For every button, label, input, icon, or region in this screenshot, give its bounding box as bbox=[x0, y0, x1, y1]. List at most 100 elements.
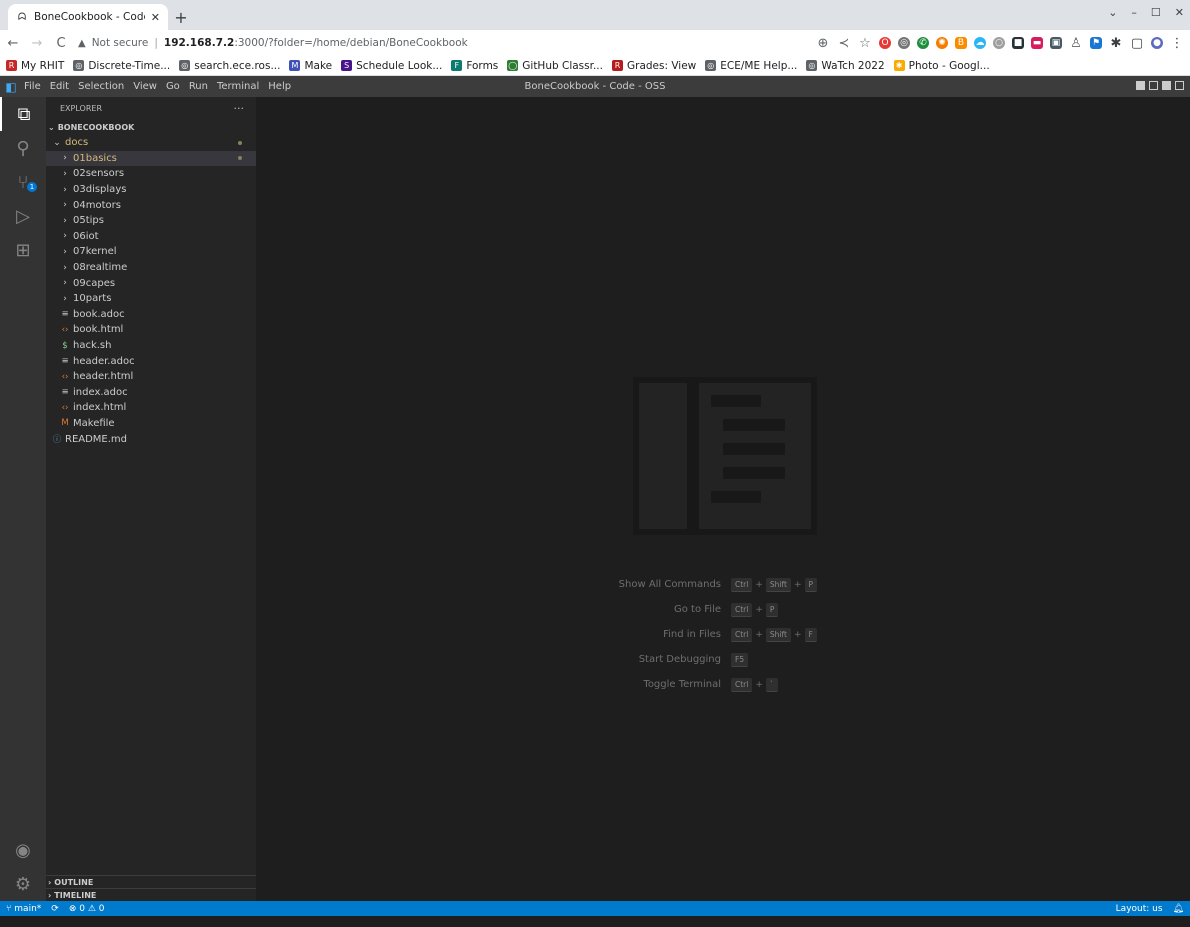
close-window-icon[interactable]: ✕ bbox=[1175, 6, 1184, 19]
profile-avatar[interactable]: ● bbox=[1151, 37, 1163, 49]
extensions-icon[interactable]: ⊞ bbox=[0, 233, 46, 267]
opera-extension-icon[interactable]: O bbox=[879, 37, 891, 49]
html-file-icon: ‹› bbox=[61, 324, 69, 335]
address-bar[interactable]: ▲ Not secure | 192.168.7.2:3000/?folder=… bbox=[78, 33, 806, 53]
reload-icon[interactable]: C bbox=[54, 36, 68, 51]
bookmark-item[interactable]: R My RHIT bbox=[6, 60, 64, 72]
more-actions-icon[interactable]: ··· bbox=[234, 102, 245, 115]
customize-layout-icon[interactable] bbox=[1175, 81, 1184, 90]
tree-folder[interactable]: › 09capes bbox=[46, 275, 256, 291]
timeline-section[interactable]: › TIMELINE bbox=[46, 888, 256, 901]
tree-folder[interactable]: › 05tips bbox=[46, 213, 256, 229]
problems-indicator[interactable]: ⊗ 0 ⚠ 0 bbox=[69, 904, 105, 914]
tree-folder[interactable]: › 03displays bbox=[46, 182, 256, 198]
tree-file[interactable]: $ hack.sh bbox=[46, 338, 256, 354]
phone-extension-icon[interactable]: ✆ bbox=[917, 37, 929, 49]
toggle-secondary-sidebar-icon[interactable] bbox=[1162, 81, 1171, 90]
bookmark-item[interactable]: M Make bbox=[289, 60, 332, 72]
chevron-down-icon[interactable]: ⌄ bbox=[1108, 6, 1117, 19]
bookmark-item[interactable]: ◯ GitHub Classr... bbox=[507, 60, 603, 72]
gear-icon[interactable]: ⚙ bbox=[0, 867, 46, 901]
tree-file[interactable]: ≡ index.adoc bbox=[46, 385, 256, 401]
menu-item[interactable]: Help bbox=[268, 81, 291, 92]
shortcut-row[interactable]: Toggle Terminal Ctrl + ` bbox=[566, 672, 886, 697]
extension-icon[interactable]: ✺ bbox=[936, 37, 948, 49]
back-icon[interactable]: ← bbox=[6, 36, 20, 51]
menu-item[interactable]: Run bbox=[189, 81, 208, 92]
tree-folder[interactable]: › 10parts bbox=[46, 291, 256, 307]
sidepanel-icon[interactable]: ▢ bbox=[1130, 36, 1144, 51]
warning-icon[interactable]: ▲ bbox=[78, 38, 86, 49]
tree-file[interactable]: ‹› index.html bbox=[46, 400, 256, 416]
extension-icon[interactable]: ▣ bbox=[1050, 37, 1062, 49]
notifications-bell-icon[interactable]: 🔔︎ bbox=[1173, 904, 1184, 914]
tree-folder[interactable]: ⌄ docs bbox=[46, 135, 256, 151]
bookmark-item[interactable]: ◎ ECE/ME Help... bbox=[705, 60, 797, 72]
branch-indicator[interactable]: ⑂ main* bbox=[6, 904, 41, 914]
bookmark-item[interactable]: F Forms bbox=[451, 60, 498, 72]
forward-icon[interactable]: → bbox=[30, 36, 44, 51]
sync-icon[interactable]: ⟳ bbox=[51, 904, 59, 914]
shortcut-label: Show All Commands bbox=[618, 579, 721, 590]
bookmark-item[interactable]: ◎ Discrete-Time... bbox=[73, 60, 170, 72]
tree-file[interactable]: M Makefile bbox=[46, 416, 256, 432]
menu-item[interactable]: Terminal bbox=[217, 81, 259, 92]
editor-area[interactable]: Show All Commands Ctrl + Shift + P Go to File C… bbox=[256, 97, 1190, 901]
toggle-panel-icon[interactable] bbox=[1149, 81, 1158, 90]
bookmark-item[interactable]: ✱ Photo - Googl... bbox=[893, 60, 990, 72]
outline-section[interactable]: › OUTLINE bbox=[46, 875, 256, 888]
search-icon[interactable]: ⚲ bbox=[0, 131, 46, 165]
maximize-icon[interactable]: ☐ bbox=[1151, 6, 1161, 19]
tree-folder[interactable]: › 04motors bbox=[46, 197, 256, 213]
shortcut-row[interactable]: Go to File Ctrl + P bbox=[566, 597, 886, 622]
workspace-root[interactable]: ⌄ BONECOOKBOOK bbox=[46, 119, 256, 135]
cloud-extension-icon[interactable]: ☁ bbox=[974, 37, 986, 49]
shortcut-row[interactable]: Show All Commands Ctrl + Shift + P bbox=[566, 572, 886, 597]
keyboard-layout[interactable]: Layout: us bbox=[1116, 904, 1163, 914]
tree-file[interactable]: ⓘ README.md bbox=[46, 431, 256, 447]
tree-folder[interactable]: › 06iot bbox=[46, 229, 256, 245]
extension-icon[interactable]: ▬ bbox=[1031, 37, 1043, 49]
browser-tab[interactable]: ᗣ BoneCookbook - Code - O ✕ bbox=[8, 4, 168, 30]
toggle-sidebar-icon[interactable] bbox=[1136, 81, 1145, 90]
more-menu-icon[interactable]: ⋮ bbox=[1170, 36, 1184, 51]
explorer-icon[interactable]: ⧉ bbox=[0, 97, 46, 131]
extension-icon[interactable]: ■ bbox=[1012, 37, 1024, 49]
extension-icon[interactable]: B bbox=[955, 37, 967, 49]
tree-file[interactable]: ≡ header.adoc bbox=[46, 353, 256, 369]
zoom-icon[interactable]: ⊕ bbox=[816, 36, 830, 51]
url-text: 192.168.7.2:3000/?folder=/home/debian/Bo… bbox=[163, 37, 468, 49]
menu-item[interactable]: Edit bbox=[50, 81, 69, 92]
tree-file[interactable]: ‹› book.html bbox=[46, 322, 256, 338]
menu-item[interactable]: File bbox=[24, 81, 41, 92]
minimize-icon[interactable]: – bbox=[1131, 6, 1137, 19]
shortcut-row[interactable]: Find in Files Ctrl + Shift + F bbox=[566, 622, 886, 647]
menu-item[interactable]: View bbox=[133, 81, 157, 92]
source-control-icon[interactable]: ⑂ 1 bbox=[0, 165, 46, 199]
shortcut-row[interactable]: Start Debugging F5 bbox=[566, 647, 886, 672]
tree-file[interactable]: ‹› header.html bbox=[46, 369, 256, 385]
extension-icon[interactable]: ♙ bbox=[1069, 36, 1083, 51]
bookmark-favicon-icon: F bbox=[451, 60, 463, 71]
close-icon[interactable]: ✕ bbox=[151, 11, 160, 24]
bookmark-item[interactable]: ◎ WaTch 2022 bbox=[806, 60, 885, 72]
run-debug-icon[interactable]: ▷ bbox=[0, 199, 46, 233]
bookmark-item[interactable]: ◎ search.ece.ros... bbox=[179, 60, 280, 72]
extension-icon[interactable]: ◎ bbox=[898, 37, 910, 49]
tree-folder[interactable]: › 02sensors bbox=[46, 166, 256, 182]
share-icon[interactable]: ≺ bbox=[837, 36, 851, 51]
tree-folder[interactable]: › 07kernel bbox=[46, 244, 256, 260]
bookmark-item[interactable]: R Grades: View bbox=[611, 60, 696, 72]
tree-folder[interactable]: › 08realtime bbox=[46, 260, 256, 276]
new-tab-button[interactable]: + bbox=[168, 4, 194, 30]
bookmark-item[interactable]: S Schedule Look... bbox=[341, 60, 442, 72]
extension-icon[interactable]: ○ bbox=[993, 37, 1005, 49]
menu-item[interactable]: Selection bbox=[78, 81, 124, 92]
extension-icon[interactable]: ⚑ bbox=[1090, 37, 1102, 49]
account-icon[interactable]: ◉ bbox=[0, 833, 46, 867]
bookmark-star-icon[interactable]: ☆ bbox=[858, 36, 872, 51]
menu-item[interactable]: Go bbox=[166, 81, 180, 92]
puzzle-icon[interactable]: ✱ bbox=[1109, 36, 1123, 51]
tree-file[interactable]: ≡ book.adoc bbox=[46, 307, 256, 323]
tree-folder[interactable]: › 01basics bbox=[46, 150, 256, 167]
